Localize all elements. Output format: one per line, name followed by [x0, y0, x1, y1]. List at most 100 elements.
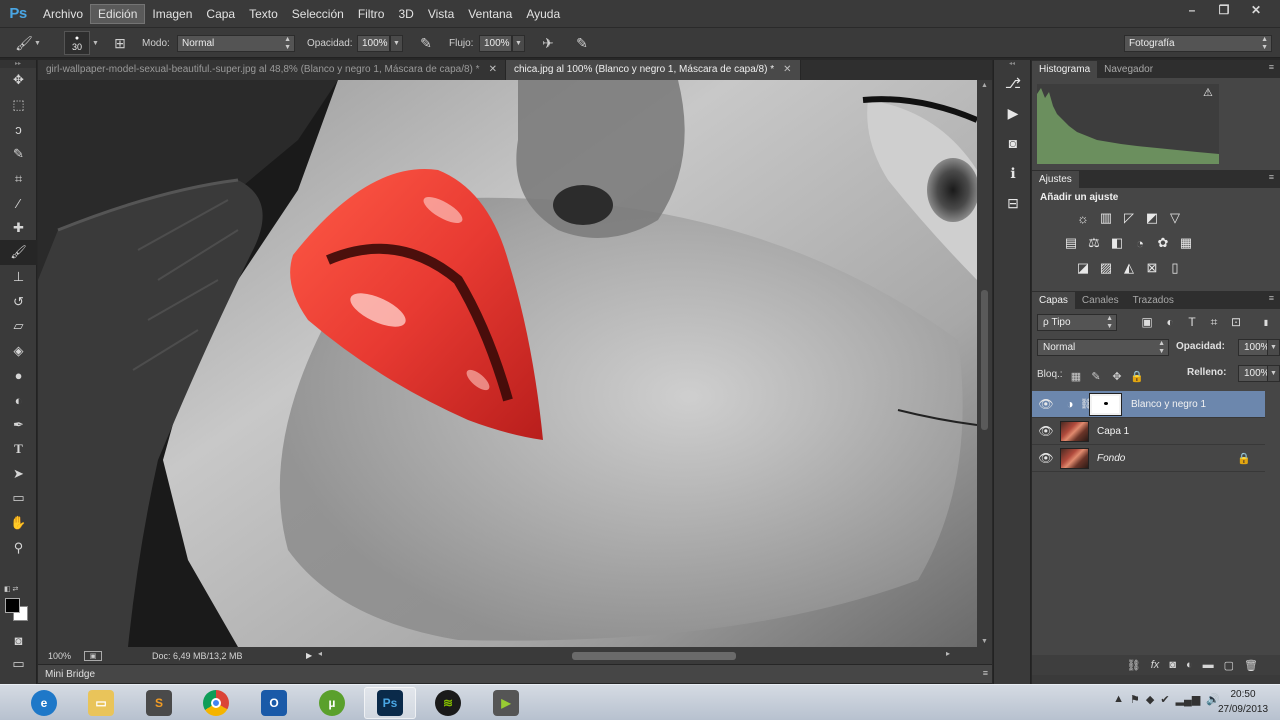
pressure-opacity-button[interactable]: ✎	[416, 34, 436, 52]
layer-filter-select[interactable]: ρ Tipo ▲ ▼	[1037, 314, 1117, 331]
airbrush-button[interactable]: ✈	[538, 34, 558, 52]
flag-icon[interactable]: ⚑	[1130, 693, 1140, 706]
mode-select[interactable]: Normal ▲ ▼	[177, 34, 295, 52]
foreground-color-swatch[interactable]	[5, 598, 20, 613]
brush-tool-preset[interactable]: 🖌 ▼	[14, 34, 41, 52]
posterize-icon[interactable]: ▨	[1097, 259, 1115, 277]
gradient-map-icon[interactable]: ▯	[1166, 259, 1184, 277]
show-hidden-icons-icon[interactable]: ▲	[1113, 693, 1124, 706]
black-white-icon[interactable]: ◧	[1108, 234, 1126, 252]
vibrance-icon[interactable]: ▽	[1166, 209, 1184, 227]
pen-tool-icon[interactable]: ✒	[0, 412, 37, 437]
hue-saturation-icon[interactable]: ▤	[1062, 234, 1080, 252]
taskbar-explorer[interactable]: ▭	[75, 687, 127, 719]
tab-canales[interactable]: Canales	[1075, 292, 1126, 309]
scroll-up-icon[interactable]: ▲	[981, 82, 988, 89]
channel-mixer-icon[interactable]: ✿	[1154, 234, 1172, 252]
tab-histograma[interactable]: Histograma	[1032, 61, 1098, 78]
eraser-tool-icon[interactable]: ▱	[0, 314, 37, 339]
tab-ajustes[interactable]: Ajustes	[1032, 171, 1079, 188]
link-icon[interactable]: ⛓	[1080, 399, 1093, 410]
taskbar-photoshop[interactable]: Ps	[364, 687, 416, 719]
default-colors-icon[interactable]: ◧ ⇄	[4, 585, 18, 593]
layer-name[interactable]: Capa 1	[1097, 426, 1129, 437]
tab-navegador[interactable]: Navegador	[1097, 61, 1160, 78]
layer-row-capa-1[interactable]: 👁 Capa 1	[1032, 418, 1265, 445]
opacity-input[interactable]: 100% ▼	[357, 34, 403, 52]
status-menu-icon[interactable]: ▶	[306, 651, 312, 660]
filter-toggle-icon[interactable]: ▮	[1258, 314, 1274, 330]
type-tool-icon[interactable]: T	[0, 437, 37, 462]
eye-icon[interactable]: 👁	[1032, 397, 1060, 411]
path-select-tool-icon[interactable]: ➤	[0, 462, 37, 487]
taskbar-clock[interactable]: 20:50 27/09/2013	[1214, 687, 1272, 717]
filter-smart-object-icon[interactable]: ⊡	[1228, 314, 1244, 330]
healing-brush-tool-icon[interactable]: ✚	[0, 216, 37, 241]
taskbar-spotify[interactable]: ≋	[422, 687, 474, 719]
selective-color-icon[interactable]: ⊠	[1143, 259, 1161, 277]
workspace-select[interactable]: Fotografía ▲ ▼	[1124, 34, 1272, 52]
layer-name[interactable]: Fondo	[1097, 453, 1125, 464]
move-tool-icon[interactable]: ✥	[0, 68, 37, 93]
lock-transparency-icon[interactable]: ▦	[1069, 369, 1083, 383]
trash-icon[interactable]: 🗑	[1244, 659, 1258, 672]
layer-style-icon[interactable]: fx	[1151, 659, 1160, 671]
close-button[interactable]: ✕	[1240, 0, 1272, 20]
menu-imagen[interactable]: Imagen	[145, 4, 199, 24]
layer-row-fondo[interactable]: 👁 Fondo 🔒	[1032, 445, 1265, 472]
close-icon[interactable]: ✕	[489, 60, 497, 80]
lock-position-icon[interactable]: ✥	[1110, 369, 1124, 383]
menu-texto[interactable]: Texto	[242, 4, 285, 24]
threshold-icon[interactable]: ◭	[1120, 259, 1138, 277]
info-icon[interactable]: ℹ	[994, 158, 1032, 188]
layer-mask-thumbnail[interactable]	[1089, 392, 1122, 416]
panel-menu-icon[interactable]: ≡	[1269, 293, 1274, 303]
crop-tool-icon[interactable]: ⌗	[0, 166, 37, 191]
chevron-down-icon[interactable]: ▼	[390, 34, 403, 52]
menu-edicion[interactable]: Edición	[90, 3, 146, 24]
vertical-scroll-thumb[interactable]	[981, 290, 988, 430]
rectangle-tool-icon[interactable]: ▭	[0, 486, 37, 511]
photo-filter-icon[interactable]: ◔	[1131, 234, 1149, 252]
new-group-icon[interactable]: ▬	[1203, 659, 1214, 671]
paint-bucket-tool-icon[interactable]: ◈	[0, 339, 37, 364]
horizontal-scroll-thumb[interactable]	[572, 652, 736, 660]
blend-mode-select[interactable]: Normal ▲ ▼	[1037, 339, 1169, 356]
fill-input[interactable]: 100%	[1238, 365, 1270, 382]
taskbar-chrome[interactable]	[190, 687, 242, 719]
menu-vista[interactable]: Vista	[421, 4, 461, 24]
brush-panel-toggle[interactable]: ⊞	[110, 34, 130, 52]
horizontal-scrollbar[interactable]: ◂ ▸	[318, 649, 970, 661]
menu-3d[interactable]: 3D	[391, 4, 420, 24]
close-icon[interactable]: ✕	[783, 60, 791, 80]
curves-icon[interactable]: ◸	[1120, 209, 1138, 227]
new-adjustment-icon[interactable]: ◐	[1186, 659, 1193, 671]
panel-menu-icon[interactable]: ≡	[1269, 172, 1274, 182]
menu-filtro[interactable]: Filtro	[351, 4, 392, 24]
eye-icon[interactable]: 👁	[1032, 424, 1060, 438]
zoom-level[interactable]: 100%	[48, 651, 84, 661]
layer-row-blanco-y-negro[interactable]: 👁 ◑ ⛓ Blanco y negro 1	[1032, 391, 1265, 418]
levels-icon[interactable]: ▥	[1097, 209, 1115, 227]
new-layer-icon[interactable]: ▢	[1224, 659, 1234, 672]
dropbox-icon[interactable]: ◆	[1146, 693, 1154, 706]
scroll-left-icon[interactable]: ◂	[318, 649, 322, 658]
eye-icon[interactable]: 👁	[1032, 451, 1060, 465]
menu-capa[interactable]: Capa	[199, 4, 242, 24]
taskbar-camtasia[interactable]: ▶	[480, 687, 532, 719]
restore-button[interactable]: ❐	[1208, 0, 1240, 20]
photo-artwork[interactable]	[38, 80, 977, 647]
vertical-scrollbar[interactable]: ▲ ▼	[977, 80, 992, 647]
panel-grip-icon[interactable]: ◂◂	[994, 60, 1030, 68]
brush-size-picker[interactable]: ● 30 ▼	[64, 31, 99, 55]
link-layers-icon[interactable]: ⛓	[1127, 659, 1141, 672]
menu-archivo[interactable]: Archivo	[36, 4, 90, 24]
menu-ventana[interactable]: Ventana	[461, 4, 519, 24]
panel-menu-icon[interactable]: ≡	[1269, 62, 1274, 72]
actions-play-icon[interactable]: ▶	[994, 98, 1032, 128]
eyedropper-tool-icon[interactable]: ⁄	[0, 191, 37, 216]
hand-tool-icon[interactable]: ✋	[0, 511, 37, 536]
chevron-down-icon[interactable]: ▼	[1267, 339, 1280, 356]
doc-tab-chica[interactable]: chica.jpg al 100% (Blanco y negro 1, Más…	[505, 60, 801, 80]
menu-seleccion[interactable]: Selección	[285, 4, 351, 24]
